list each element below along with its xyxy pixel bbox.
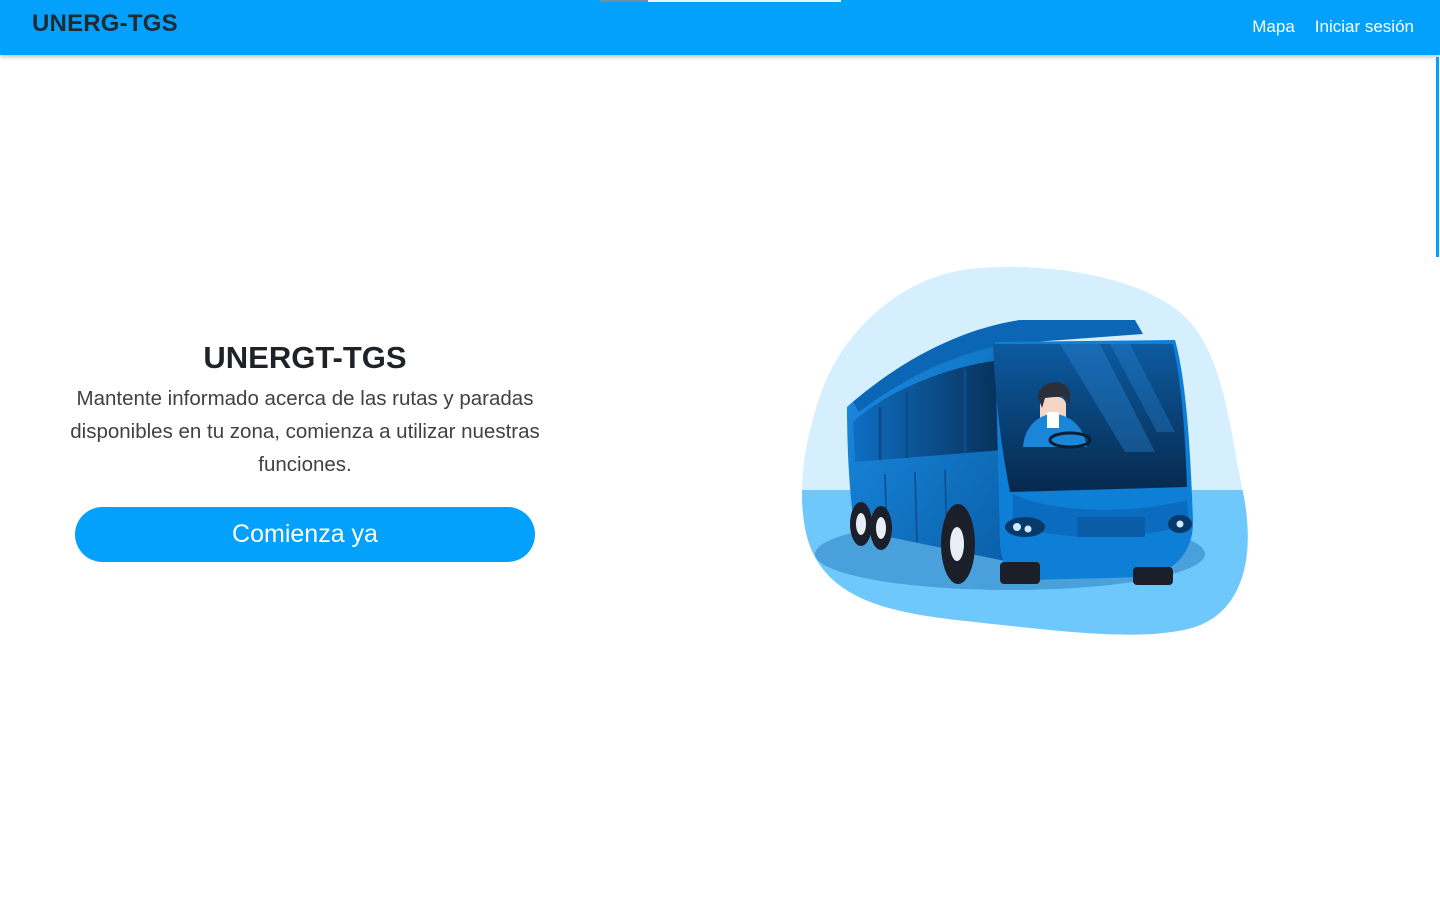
nav-link-mapa[interactable]: Mapa [1252,17,1295,37]
brand-logo[interactable]: UNERG-TGS [32,10,178,38]
hero-text: UNERGT-TGS Mantente informado acerca de … [40,336,570,481]
nav-links: Mapa Iniciar sesión [1252,17,1414,37]
nav-link-login[interactable]: Iniciar sesión [1315,17,1414,37]
scrollbar-thumb[interactable] [1436,57,1439,257]
get-started-button[interactable]: Comienza ya [75,507,535,562]
top-strip-light [648,0,841,2]
bus-illustration [795,262,1255,637]
hero-title: UNERGT-TGS [203,340,407,375]
top-strip-dark [600,0,648,2]
hero-description: Mantente informado acerca de las rutas y… [70,387,540,476]
navbar: UNERG-TGS Mapa Iniciar sesión [0,0,1440,55]
bus-illustration-svg [801,266,1248,635]
